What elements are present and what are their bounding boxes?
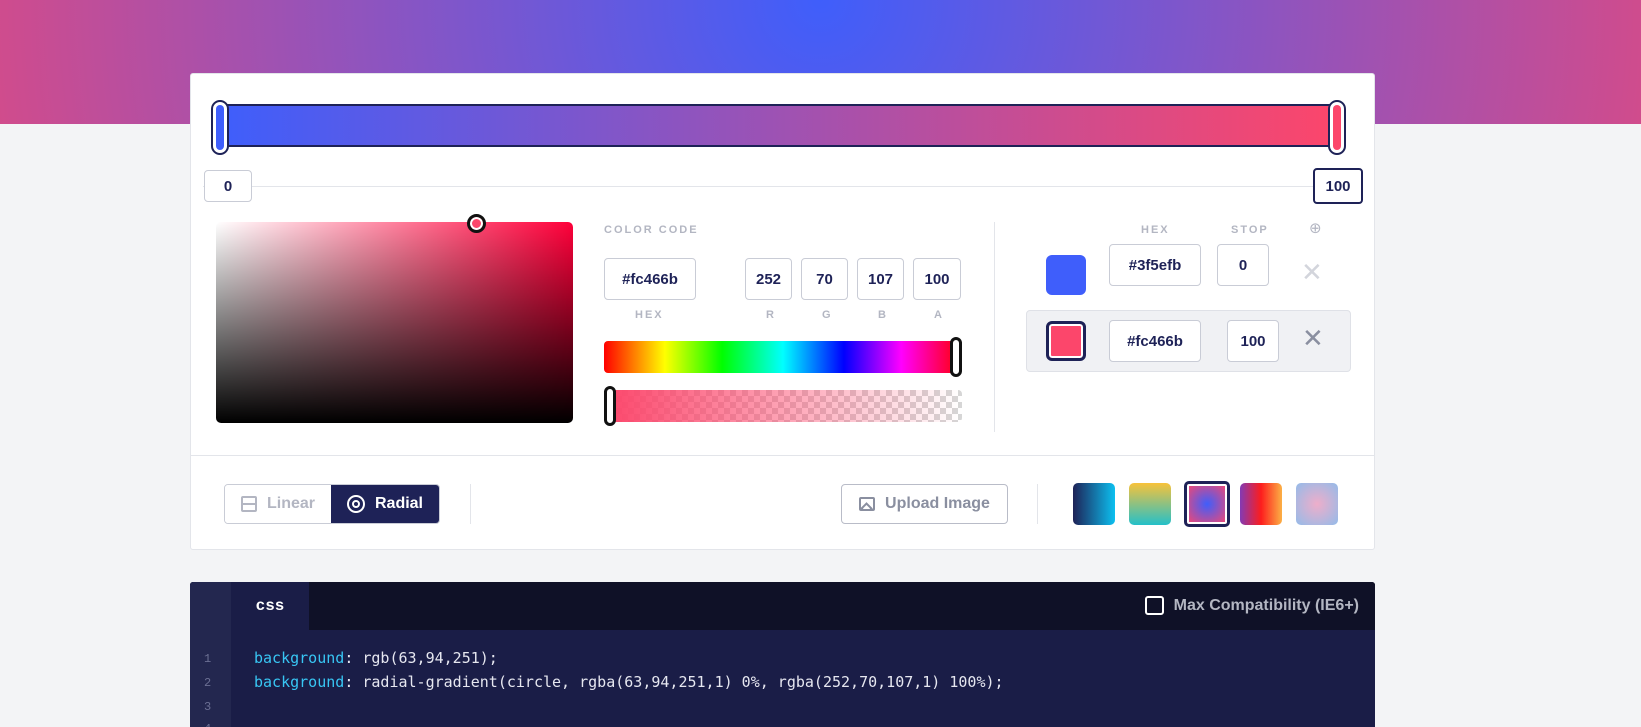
line-number: 3 [204,700,212,714]
picker-knob[interactable] [467,214,486,233]
stops-hex-header: HEX [1141,224,1170,236]
a-input[interactable]: 100 [913,258,961,300]
preset-swatch[interactable] [1073,483,1115,525]
max-compat-toggle[interactable]: Max Compatibility (IE6+) [1144,596,1359,615]
gradient-preview-bar[interactable] [211,100,1346,155]
toolbar-divider [191,455,1374,456]
r-label: R [766,309,776,321]
stop-row[interactable]: #3f5efb 0 ✕ [1026,244,1351,306]
stop-hex-input[interactable]: #fc466b [1109,320,1201,362]
stop-position-input[interactable]: 0 [1217,244,1269,286]
hex-label: HEX [635,309,664,321]
stops-stop-header: STOP [1231,224,1269,236]
radial-icon [347,495,365,513]
stop-position-input[interactable]: 100 [1227,320,1279,362]
linear-button[interactable]: Linear [225,485,331,523]
compat-checkbox[interactable] [1144,596,1164,615]
g-label: G [822,309,833,321]
b-input[interactable]: 107 [857,258,904,300]
preset-swatch[interactable] [1296,483,1338,525]
hex-input[interactable]: #fc466b [604,258,696,300]
line-number: 4 [204,722,224,727]
gradient-type-toggle: Linear Radial [224,484,440,524]
preset-swatch[interactable] [1129,483,1171,525]
stop-handle-start[interactable] [211,100,229,155]
toolbar-separator [470,484,471,524]
ruler-line [203,186,1363,187]
alpha-slider[interactable] [604,386,962,426]
plus-circle-icon[interactable]: ⊕ [1309,219,1322,237]
saturation-value-picker[interactable] [216,214,573,423]
remove-stop-icon[interactable]: ✕ [1301,258,1323,288]
line-number: 1 [204,652,212,666]
compat-label: Max Compatibility (IE6+) [1173,596,1359,614]
linear-label: Linear [266,495,315,512]
stop-hex-input[interactable]: #3f5efb [1109,244,1201,286]
image-icon [859,497,876,511]
stop-color-swatch[interactable] [1046,255,1086,295]
upload-image-label: Upload Image [885,495,990,512]
line-number: 2 [204,676,212,690]
stop-color-swatch[interactable] [1046,321,1086,361]
alpha-slider-handle[interactable] [604,386,616,426]
linear-icon [241,496,257,512]
g-input[interactable]: 70 [801,258,848,300]
remove-stop-icon[interactable]: ✕ [1302,324,1324,354]
b-label: B [878,309,888,321]
section-divider [994,222,995,432]
radial-button[interactable]: Radial [331,485,439,523]
hue-slider[interactable] [604,337,962,377]
color-code-label: COLOR CODE [604,224,699,236]
tab-css[interactable]: css [231,582,309,630]
upload-image-button[interactable]: Upload Image [841,484,1008,524]
r-input[interactable]: 252 [745,258,792,300]
stop-row-active[interactable]: #fc466b 100 ✕ [1026,310,1351,372]
gradient-editor-card: 0 100 COLOR CODE #fc466b HEX 252 R 70 G … [190,73,1375,550]
toolbar-separator [1037,484,1038,524]
preset-swatch-selected[interactable] [1184,481,1230,527]
stop-position-start[interactable]: 0 [204,170,252,202]
stop-handle-end[interactable] [1328,100,1346,155]
code-output-panel: css Max Compatibility (IE6+) 1 backgroun… [190,582,1375,727]
code-line[interactable]: background: radial-gradient(circle, rgba… [254,673,1004,691]
radial-label: Radial [374,495,423,512]
stop-position-end[interactable]: 100 [1313,168,1363,204]
preset-swatch[interactable] [1240,483,1282,525]
code-line[interactable]: background: rgb(63,94,251); [254,649,498,667]
a-label: A [934,309,944,321]
hue-slider-handle[interactable] [950,337,962,377]
